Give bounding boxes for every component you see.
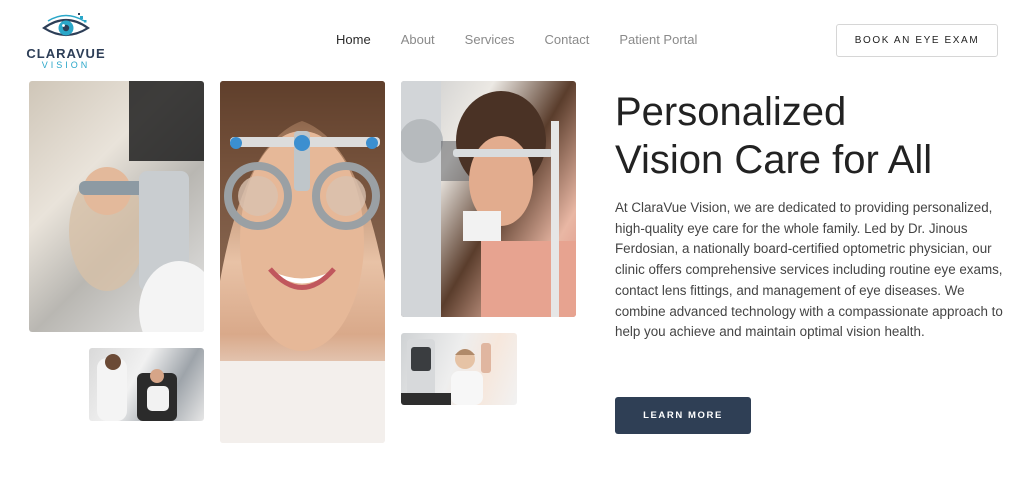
logo-wordmark: CLARAVUE	[26, 46, 106, 61]
nav-contact[interactable]: Contact	[545, 32, 590, 47]
photo-child-eye-test	[401, 333, 517, 405]
eye-logo-icon	[42, 13, 90, 37]
photo-woman-trial-frame	[220, 81, 385, 443]
hero-title: Personalized Vision Care for All	[615, 88, 995, 184]
logo-subtitle: VISION	[41, 60, 91, 70]
photo-woman-slit-lamp	[401, 81, 576, 317]
nav-services[interactable]: Services	[465, 32, 515, 47]
main-nav: Home About Services Contact Patient Port…	[336, 32, 727, 47]
nav-about[interactable]: About	[401, 32, 435, 47]
book-eye-exam-button[interactable]: BOOK AN EYE EXAM	[836, 24, 998, 57]
claravue-logo[interactable]: CLARAVUE VISION	[26, 12, 106, 70]
nav-home[interactable]: Home	[336, 32, 371, 47]
hero-title-line-2: Vision Care for All	[615, 138, 933, 182]
photo-doctor-with-child	[89, 348, 204, 421]
hero-title-line-1: Personalized	[615, 90, 847, 134]
hero-description: At ClaraVue Vision, we are dedicated to …	[615, 200, 1003, 340]
photo-child-eye-exam	[29, 81, 204, 332]
learn-more-button[interactable]: LEARN MORE	[615, 397, 751, 434]
nav-patient-portal[interactable]: Patient Portal	[619, 32, 697, 47]
